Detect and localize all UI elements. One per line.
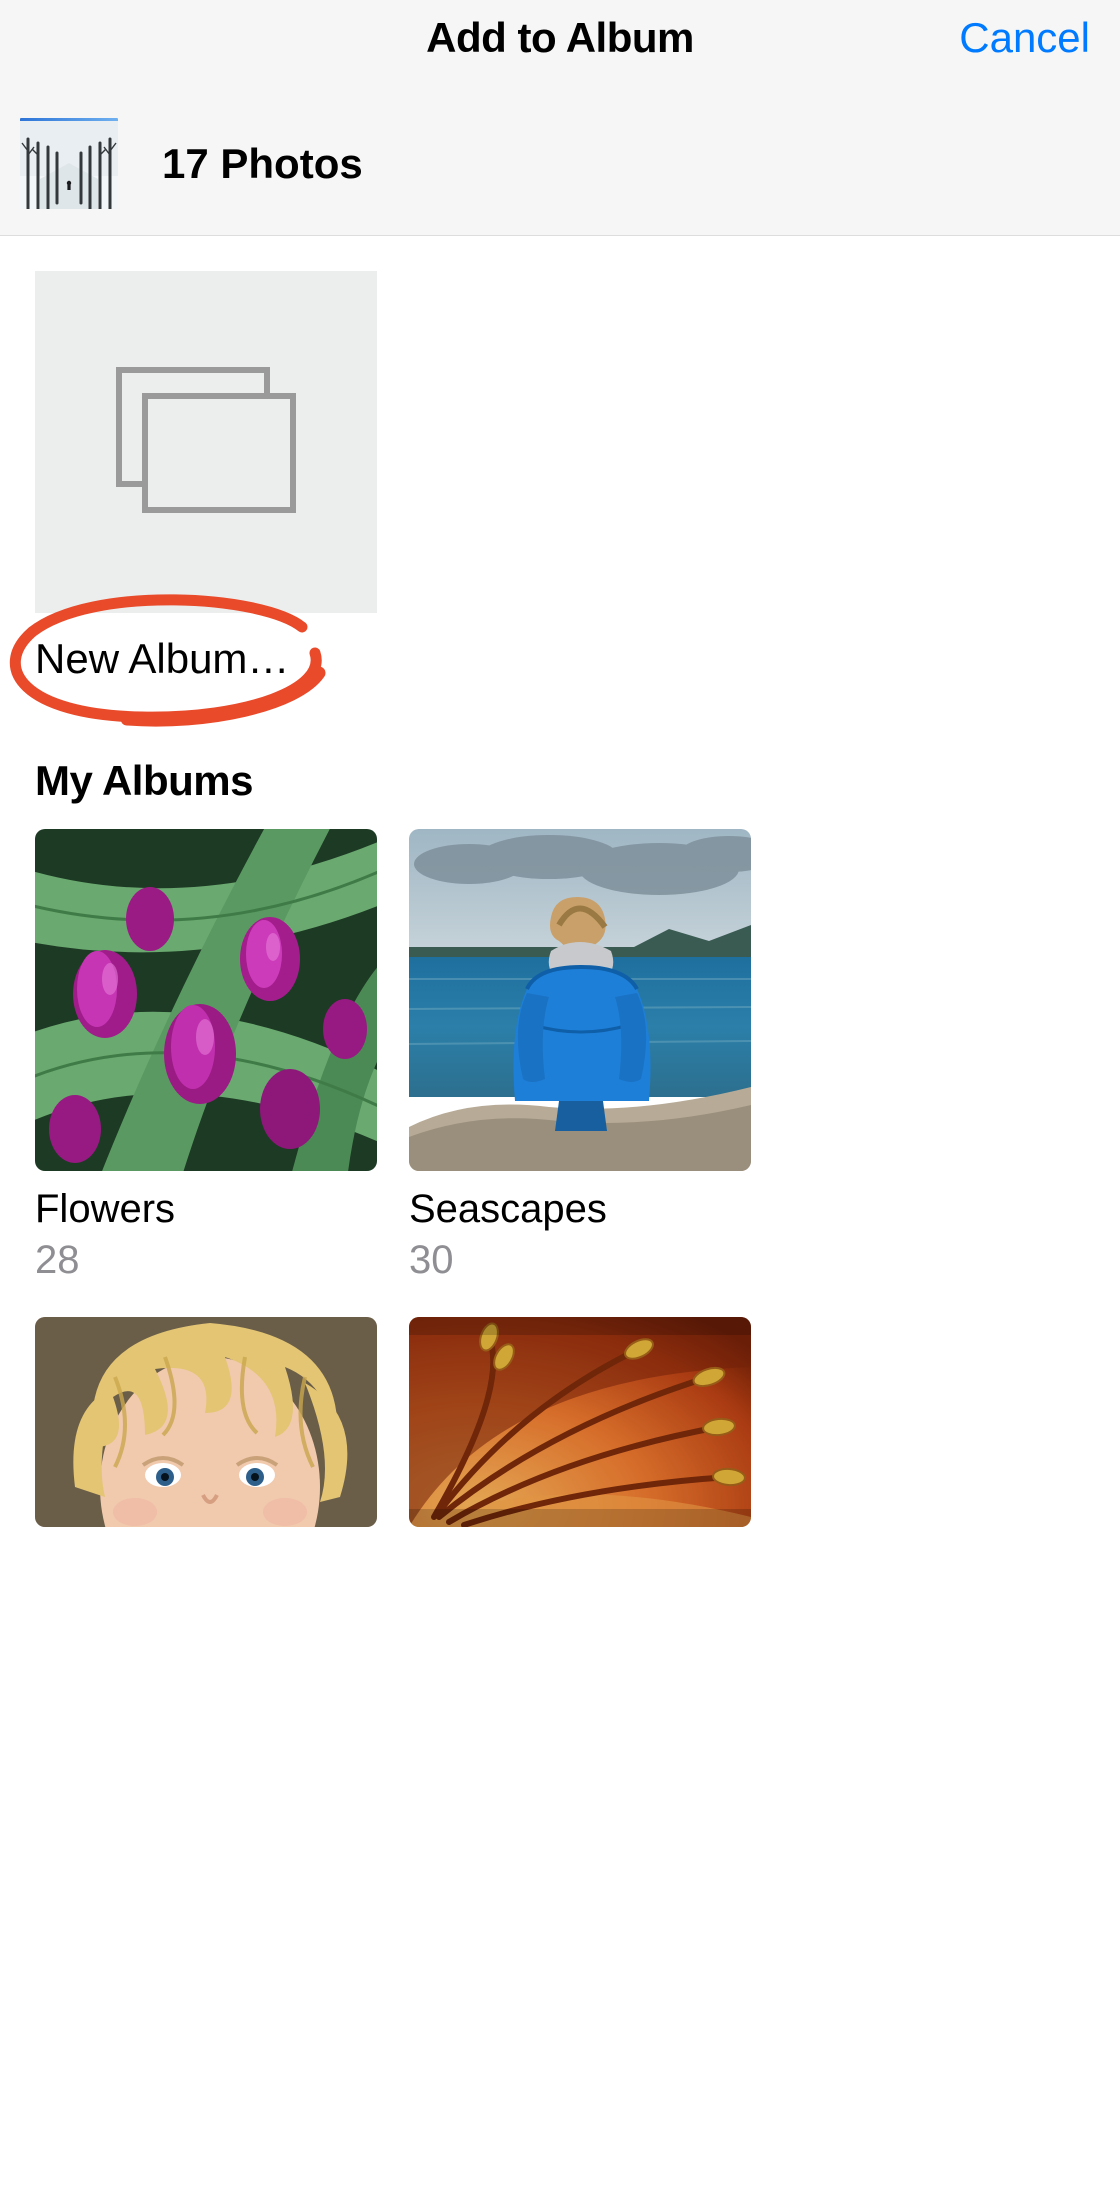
- album-cover: [35, 1317, 377, 1527]
- section-title-my-albums: My Albums: [35, 757, 1085, 805]
- album-count: 28: [35, 1238, 377, 1283]
- album-count: 30: [409, 1238, 751, 1283]
- selection-count-label: 17 Photos: [162, 140, 363, 188]
- album-name: Seascapes: [409, 1187, 751, 1232]
- album-name: Flowers: [35, 1187, 377, 1232]
- album-item[interactable]: [409, 1317, 751, 1527]
- new-album-label[interactable]: New Album…: [35, 635, 289, 683]
- selection-thumbnail: [20, 118, 120, 210]
- albums-grid: Flowers 28: [35, 829, 1085, 1527]
- cancel-button[interactable]: Cancel: [959, 14, 1090, 62]
- album-item[interactable]: Seascapes 30: [409, 829, 751, 1283]
- album-cover: [409, 829, 751, 1171]
- album-item[interactable]: Flowers 28: [35, 829, 377, 1283]
- album-item[interactable]: [35, 1317, 377, 1527]
- modal-header: Add to Album Cancel: [0, 0, 1120, 236]
- modal-title: Add to Album: [0, 14, 1120, 62]
- album-cover: [35, 829, 377, 1171]
- new-album-tile[interactable]: [35, 271, 377, 613]
- selection-summary: 17 Photos: [20, 118, 363, 210]
- album-cover: [409, 1317, 751, 1527]
- stacked-photos-icon: [116, 367, 296, 517]
